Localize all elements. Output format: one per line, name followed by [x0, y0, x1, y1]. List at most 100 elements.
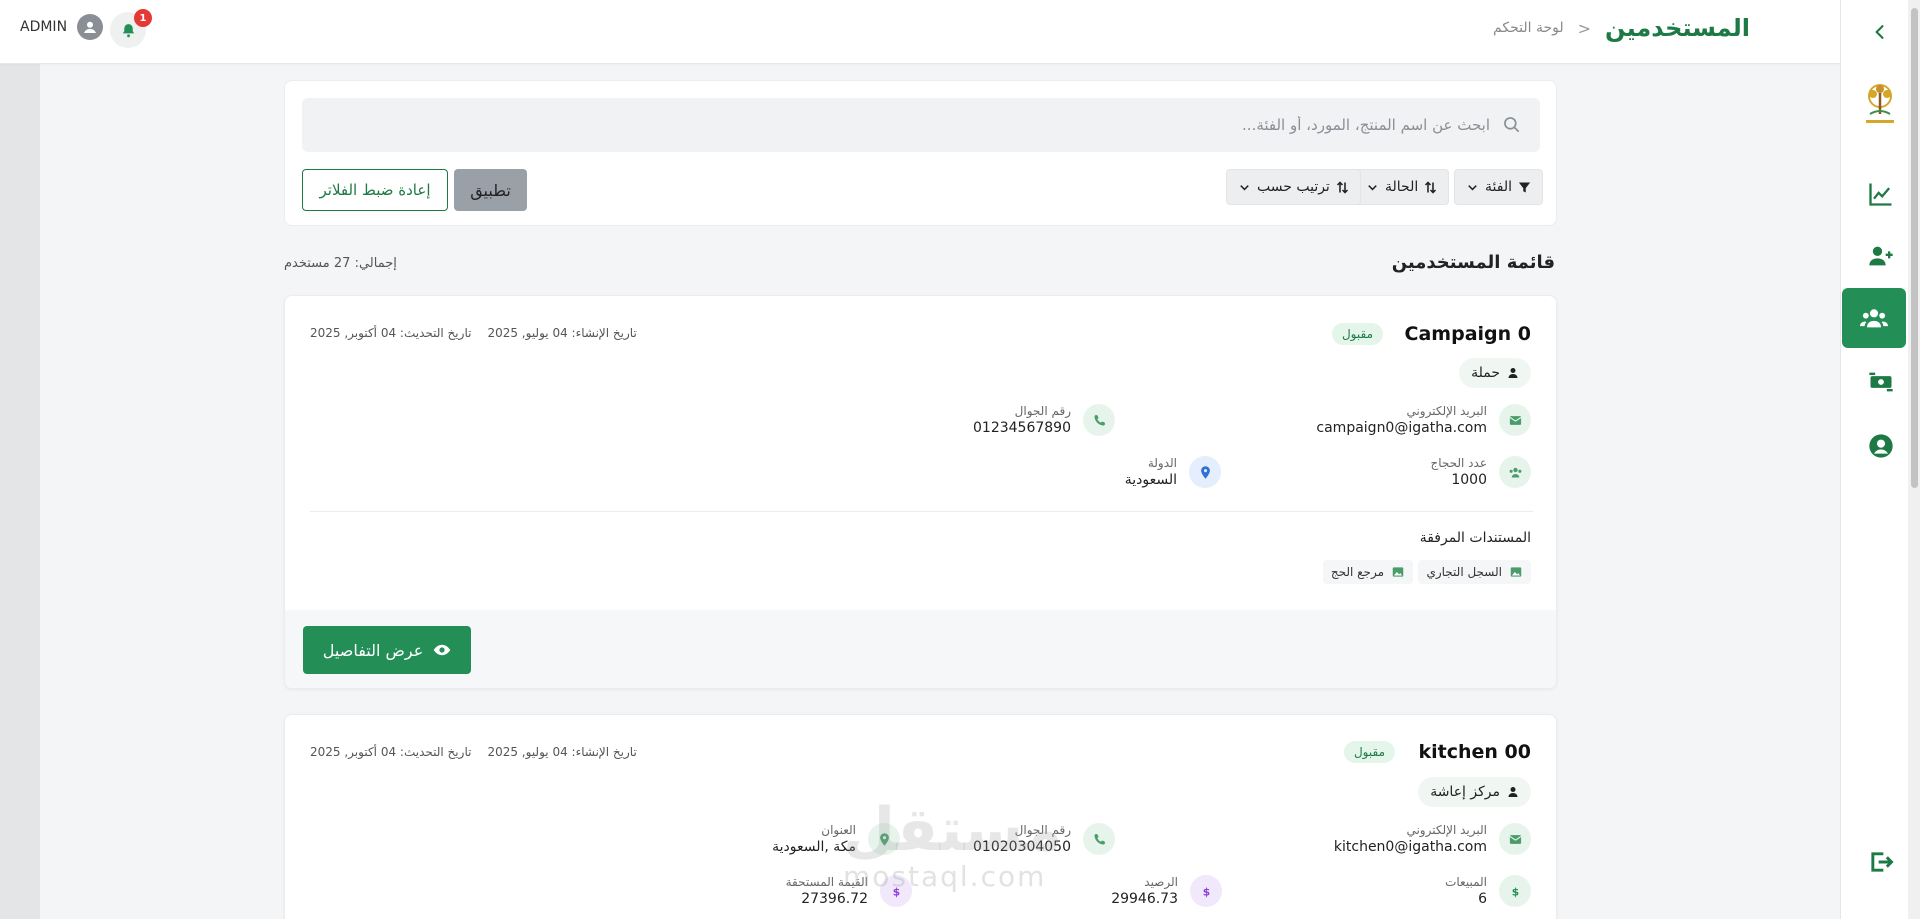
due-amount-value: 27396.72: [801, 891, 868, 907]
chart-line-icon: [1869, 183, 1892, 206]
filter-panel: الفئة الحالة ترتيب حسب تطبيق إعادة ضبط ا…: [284, 80, 1557, 226]
location-pin-icon: [1189, 456, 1221, 488]
view-details-label: عرض التفاصيل: [322, 640, 424, 660]
user-plus-icon: [1869, 246, 1893, 266]
user-icon: [1508, 787, 1518, 797]
user-icon: [1508, 368, 1518, 378]
chevron-left-icon: [1875, 25, 1884, 39]
users-total-count: إجمالي: 27 مستخدم: [284, 256, 397, 271]
admin-menu[interactable]: ADMIN: [20, 14, 104, 40]
user-type-badge: حملة: [1459, 358, 1531, 388]
bell-icon: [122, 23, 134, 37]
top-bar: ADMIN 1 المستخدمين < لوحة التحكم: [0, 0, 1840, 64]
email-value: campaign0@igatha.com: [1316, 420, 1487, 436]
status-filter-dropdown[interactable]: الحالة: [1354, 169, 1450, 205]
chevron-down-icon: [1240, 184, 1249, 190]
country-field: الدولة السعودية: [1125, 456, 1221, 488]
card-footer: عرض التفاصيل: [285, 610, 1556, 688]
envelope-icon: [1499, 404, 1531, 436]
users-icon: [1860, 309, 1888, 328]
brand-logo: [1858, 80, 1902, 136]
eye-icon: [433, 644, 451, 656]
apply-filters-button[interactable]: تطبيق: [454, 169, 527, 211]
country-label: الدولة: [1147, 456, 1177, 470]
document-label: السجل التجاري: [1426, 565, 1502, 579]
sort-arrows-icon: [1336, 180, 1348, 194]
image-icon: [1392, 567, 1404, 577]
phone-icon: [1083, 823, 1115, 855]
envelope-icon: [1499, 823, 1531, 855]
user-dates: تاريخ الإنشاء: 04 يوليو, 2025 تاريخ التح…: [310, 745, 637, 759]
user-name: Campaign 0: [1404, 323, 1531, 345]
status-badge: مقبول: [1331, 323, 1383, 345]
view-details-button[interactable]: عرض التفاصيل: [303, 626, 471, 674]
sales-field: $ المبيعات 6: [1445, 875, 1531, 907]
user-name: kitchen 00: [1418, 741, 1532, 763]
card-divider: [310, 511, 1533, 512]
users-icon: [1499, 456, 1531, 488]
dollar-icon: $: [1190, 875, 1222, 907]
image-icon: [1510, 567, 1522, 577]
created-date: تاريخ الإنشاء: 04 يوليو, 2025: [487, 326, 637, 340]
email-field: البريد الإلكتروني campaign0@igatha.com: [1316, 404, 1531, 436]
filter-icon: [1518, 182, 1531, 192]
user-type-badge: مركز إعاشة: [1418, 777, 1531, 807]
user-circle-icon: [1869, 434, 1893, 458]
logout-icon: [1871, 852, 1894, 872]
page-scrollbar[interactable]: [1908, 0, 1920, 919]
users-list-title: قائمة المستخدمين: [1391, 252, 1555, 273]
balance-label: الرصيد: [1144, 875, 1178, 889]
balance-field: $ الرصيد 29946.73: [1111, 875, 1222, 907]
phone-value: 01234567890: [973, 420, 1071, 436]
status-filter-label: الحالة: [1385, 179, 1419, 195]
watermark: مستقل: [843, 795, 1063, 865]
phone-icon: [1083, 404, 1115, 436]
sort-dropdown[interactable]: ترتيب حسب: [1226, 169, 1361, 205]
chevron-down-icon: [1368, 184, 1377, 190]
user-dates: تاريخ الإنشاء: 04 يوليو, 2025 تاريخ التح…: [310, 326, 637, 340]
notifications-button[interactable]: 1: [110, 9, 152, 48]
sort-label: ترتيب حسب: [1257, 179, 1330, 195]
scrollbar-thumb[interactable]: [1911, 8, 1918, 488]
breadcrumb: المستخدمين < لوحة التحكم: [1493, 14, 1750, 42]
chevron-down-icon: [1468, 184, 1477, 190]
document-commercial-register[interactable]: السجل التجاري: [1418, 560, 1531, 584]
reset-filters-button[interactable]: إعادة ضبط الفلاتر: [302, 169, 448, 211]
sort-arrows-icon: [1425, 180, 1437, 194]
sidebar-item-users[interactable]: [1842, 288, 1906, 348]
search-input[interactable]: [340, 98, 1490, 152]
created-date: تاريخ الإنشاء: 04 يوليو, 2025: [487, 745, 637, 759]
email-label: البريد الإلكتروني: [1406, 823, 1487, 837]
svg-text:$: $: [1202, 885, 1209, 898]
avatar-icon: [77, 14, 104, 40]
phone-label: رقم الجوال: [1014, 404, 1071, 418]
updated-date: تاريخ التحديث: 04 أكتوبر, 2025: [310, 745, 472, 759]
attached-documents-title: المستندات المرفقة: [1419, 530, 1531, 546]
pilgrims-label: عدد الحجاج: [1430, 456, 1487, 470]
sidebar-toggle-button[interactable]: [1860, 14, 1900, 50]
phone-field: رقم الجوال 01234567890: [973, 404, 1115, 436]
search-icon: [1504, 117, 1520, 133]
document-label: مرجع الحج: [1330, 565, 1384, 579]
pilgrims-field: عدد الحجاج 1000: [1430, 456, 1531, 488]
email-field: البريد الإلكتروني kitchen0@igatha.com: [1334, 823, 1531, 855]
document-hajj-reference[interactable]: مرجع الحج: [1322, 560, 1413, 584]
svg-text:$: $: [1511, 885, 1518, 898]
notification-badge: 1: [134, 9, 152, 27]
money-exchange-icon: [1869, 372, 1893, 392]
search-box: [302, 98, 1540, 152]
user-type-label: حملة: [1471, 365, 1500, 381]
user-type-label: مركز إعاشة: [1430, 784, 1500, 800]
breadcrumb-separator: <: [1577, 18, 1592, 38]
page-title: المستخدمين: [1605, 14, 1750, 42]
admin-label: ADMIN: [20, 19, 68, 35]
page-gutter: [0, 64, 40, 919]
breadcrumb-dashboard-link[interactable]: لوحة التحكم: [1493, 20, 1564, 36]
pilgrims-value: 1000: [1451, 472, 1487, 488]
updated-date: تاريخ التحديث: 04 أكتوبر, 2025: [310, 326, 472, 340]
status-badge: مقبول: [1343, 741, 1395, 763]
sales-label: المبيعات: [1445, 875, 1487, 889]
balance-value: 29946.73: [1111, 891, 1178, 907]
category-filter-dropdown[interactable]: الفئة: [1454, 169, 1543, 205]
category-filter-label: الفئة: [1485, 179, 1512, 195]
